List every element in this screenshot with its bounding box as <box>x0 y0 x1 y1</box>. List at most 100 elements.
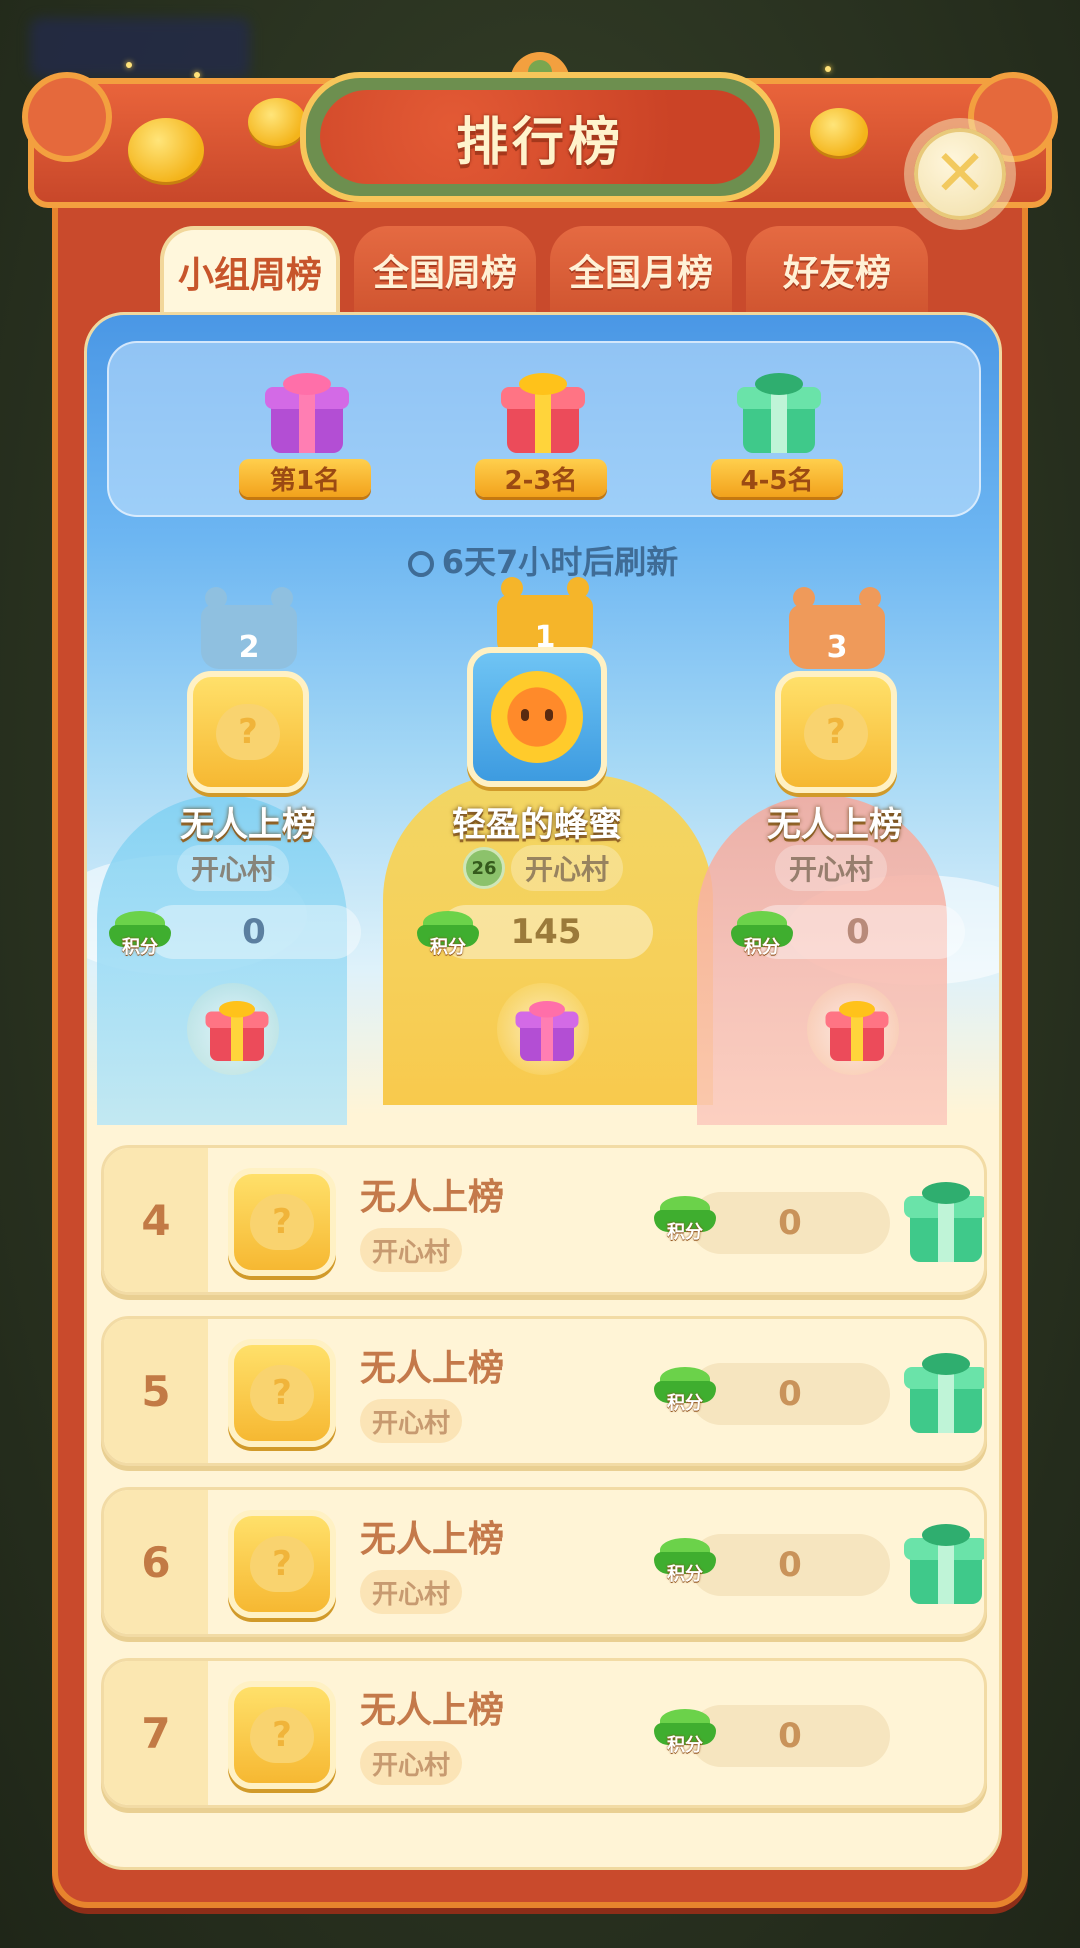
red-gift-icon[interactable] <box>501 373 585 453</box>
reward-orb[interactable] <box>497 983 589 1075</box>
row-village: 开心村 <box>360 1399 463 1443</box>
reward-rank-label: 4-5名 <box>711 459 843 497</box>
sparkle-decoration <box>126 62 132 68</box>
row-score: 0 <box>690 1363 890 1425</box>
avatar[interactable] <box>467 647 607 787</box>
green-gift-icon[interactable] <box>904 1524 984 1604</box>
red-gift-icon <box>825 1001 889 1061</box>
avatar[interactable]: ? <box>228 1681 336 1789</box>
reward-rank-label: 2-3名 <box>475 459 607 497</box>
close-button[interactable]: ✕ <box>914 128 1006 220</box>
points-label: 积分 <box>667 1735 703 1756</box>
list-item[interactable]: 5 ? 无人上榜 开心村 0 积分 <box>101 1316 987 1466</box>
list-item[interactable]: 4 ? 无人上榜 开心村 0 积分 <box>101 1145 987 1295</box>
podium-score: 0 <box>147 905 361 959</box>
points-ingot-icon: 积分 <box>417 911 479 958</box>
podium-rank: 3 <box>826 630 848 665</box>
leaderboard-panel: 第1名 2-3名 4-5名 6天7小时后刷新 2 ? 无人上榜 开心村 0 积分… <box>84 312 1002 1870</box>
refresh-text: 6天7小时后刷新 <box>441 543 679 581</box>
tab-national-monthly[interactable]: 全国月榜 <box>550 226 732 314</box>
purple-gift-icon <box>515 1001 579 1061</box>
points-label: 积分 <box>744 937 780 958</box>
points-ingot-icon: 积分 <box>109 911 171 958</box>
gold-coin-icon <box>248 98 306 146</box>
row-name: 无人上榜 <box>360 1177 505 1218</box>
list-item[interactable]: 6 ? 无人上榜 开心村 0 积分 <box>101 1487 987 1637</box>
points-label: 积分 <box>667 1393 703 1414</box>
avatar[interactable]: ? <box>775 671 897 793</box>
reward-orb[interactable] <box>187 983 279 1075</box>
row-rank: 4 <box>104 1148 208 1292</box>
tab-label: 好友榜 <box>782 253 891 294</box>
podium-name: 无人上榜 <box>767 805 903 845</box>
points-ingot-icon: 积分 <box>654 1196 716 1243</box>
placeholder-avatar-icon: ? <box>250 1194 314 1250</box>
tab-group-weekly[interactable]: 小组周榜 <box>160 226 340 314</box>
gold-coin-icon <box>810 108 868 156</box>
tab-label: 小组周榜 <box>177 255 322 296</box>
points-label: 积分 <box>667 1564 703 1585</box>
placeholder-avatar-icon: ? <box>250 1707 314 1763</box>
podium-village: 开心村 <box>511 845 624 891</box>
points-ingot-icon: 积分 <box>731 911 793 958</box>
points-ingot-icon: 积分 <box>654 1538 716 1585</box>
podium-name: 轻盈的蜂蜜 <box>452 805 622 845</box>
crown-silver-icon: 2 <box>201 587 297 669</box>
points-label: 积分 <box>667 1222 703 1243</box>
avatar[interactable]: ? <box>228 1168 336 1276</box>
row-village: 开心村 <box>360 1228 463 1272</box>
reward-orb[interactable] <box>807 983 899 1075</box>
row-rank: 7 <box>104 1661 208 1805</box>
placeholder-avatar-icon: ? <box>250 1365 314 1421</box>
green-gift-icon[interactable] <box>904 1182 984 1262</box>
avatar[interactable]: ? <box>228 1339 336 1447</box>
score-value: 145 <box>510 912 582 952</box>
tab-label: 全国月榜 <box>568 253 713 294</box>
gold-coin-icon <box>128 118 204 182</box>
points-label: 积分 <box>430 937 466 958</box>
row-village: 开心村 <box>360 1741 463 1785</box>
score-value: 0 <box>242 912 266 952</box>
header-curl-left <box>22 72 112 162</box>
red-gift-icon <box>205 1001 269 1061</box>
row-name: 无人上榜 <box>360 1348 505 1389</box>
green-gift-icon[interactable] <box>737 373 821 453</box>
page-title: 排行榜 <box>455 112 624 173</box>
tab-label: 全国周榜 <box>372 253 517 294</box>
points-ingot-icon: 积分 <box>654 1367 716 1414</box>
crown-bronze-icon: 3 <box>789 587 885 669</box>
row-score: 0 <box>690 1705 890 1767</box>
score-value: 0 <box>846 912 870 952</box>
placeholder-avatar-icon: ? <box>250 1536 314 1592</box>
row-rank: 5 <box>104 1319 208 1463</box>
points-ingot-icon: 积分 <box>654 1709 716 1756</box>
row-score: 0 <box>690 1192 890 1254</box>
placeholder-avatar-icon: ? <box>216 704 280 760</box>
green-gift-icon[interactable] <box>904 1353 984 1433</box>
row-name: 无人上榜 <box>360 1690 505 1731</box>
avatar[interactable]: ? <box>228 1510 336 1618</box>
close-icon: ✕ <box>933 137 987 211</box>
row-score: 0 <box>690 1534 890 1596</box>
clock-icon <box>407 551 434 577</box>
podium-name: 无人上榜 <box>180 805 316 845</box>
points-label: 积分 <box>122 937 158 958</box>
list-item[interactable]: 7 ? 无人上榜 开心村 0 积分 <box>101 1658 987 1808</box>
level-badge: 26 <box>463 847 505 889</box>
podium-rank: 2 <box>238 630 260 665</box>
tab-friends[interactable]: 好友榜 <box>746 226 928 314</box>
rewards-preview: 第1名 2-3名 4-5名 <box>107 341 981 517</box>
purple-gift-icon[interactable] <box>265 373 349 453</box>
refresh-countdown: 6天7小时后刷新 <box>87 537 999 583</box>
title-plaque: 排行榜 <box>300 72 780 202</box>
placeholder-avatar-icon: ? <box>804 704 868 760</box>
sunflower-avatar-icon <box>491 671 583 763</box>
podium-village: 开心村 <box>775 845 888 891</box>
reward-rank-label: 第1名 <box>239 459 371 497</box>
podium-village: 开心村 <box>177 845 290 891</box>
avatar[interactable]: ? <box>187 671 309 793</box>
row-name: 无人上榜 <box>360 1519 505 1560</box>
sparkle-decoration <box>825 66 831 72</box>
background-blur <box>30 18 250 78</box>
tab-national-weekly[interactable]: 全国周榜 <box>354 226 536 314</box>
